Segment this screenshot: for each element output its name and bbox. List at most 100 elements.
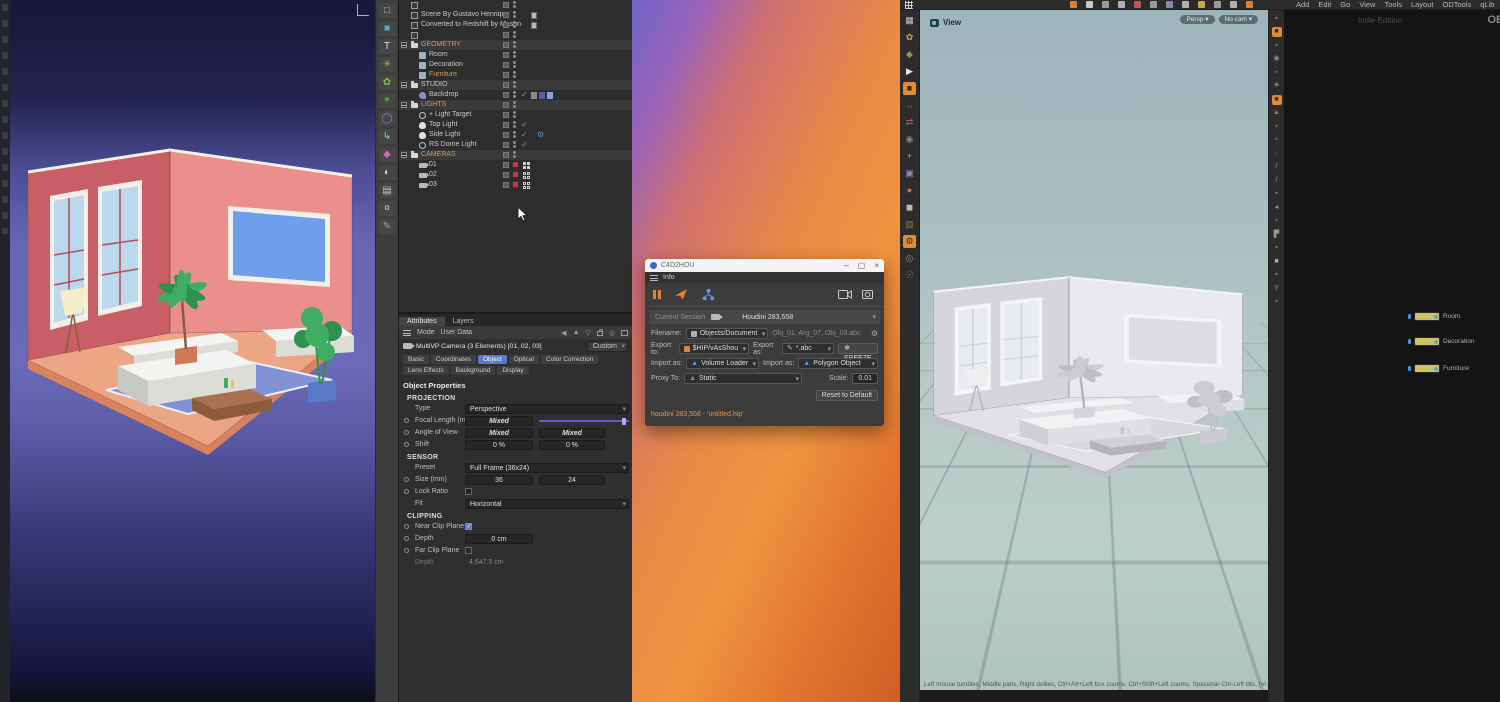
attribute-tab-chip[interactable]: Coordinates [431, 355, 476, 364]
preset-dropdown[interactable]: Custom [587, 341, 628, 352]
layer-swatch[interactable] [503, 32, 509, 38]
display-option-icon[interactable]: ■ [1272, 95, 1282, 105]
display-option-icon[interactable]: ▲ [1272, 108, 1282, 118]
c4d-object-manager[interactable]: ✓ ⚙ Scene By Gustavo Henrique ✓ ⚙ [398, 0, 632, 312]
dialog-titlebar[interactable]: C4D2HOU – ▢ × [645, 259, 884, 272]
node-body[interactable] [1414, 364, 1440, 373]
display-option-icon[interactable]: · [1272, 149, 1282, 159]
visibility-dots[interactable] [513, 51, 516, 59]
layer-swatch[interactable] [503, 42, 509, 48]
tree-row[interactable]: GEOMETRY ✓ ⚙ [399, 40, 632, 50]
keyframe-dot[interactable] [404, 430, 409, 435]
shelf-tool-icon[interactable]: ● [903, 184, 916, 197]
attribute-tab-chip[interactable]: Display [497, 366, 528, 375]
visibility-dots[interactable] [513, 121, 516, 129]
attribute-tab-chip[interactable]: Lens Effects [403, 366, 449, 375]
shelf-tool-icon[interactable]: ▶ [903, 65, 916, 78]
toolbar-icon[interactable] [1198, 1, 1205, 8]
fit-select[interactable]: Horizontal [465, 499, 629, 509]
tree-row[interactable]: ✓ ⚙ [399, 0, 632, 10]
import-as2-dropdown[interactable]: ▲ Polygon Object [798, 358, 878, 369]
visibility-dots[interactable] [513, 61, 516, 69]
tree-row[interactable]: 02 ✓ ⚙ [399, 170, 632, 180]
toolbar-icon[interactable] [1246, 1, 1253, 8]
node-input-flag[interactable] [1408, 366, 1411, 371]
near-clip-checkbox[interactable] [465, 523, 472, 530]
layer-swatch[interactable] [503, 152, 509, 158]
shelf-tool-icon[interactable]: ■ [903, 82, 916, 95]
tool-icon[interactable]: T [379, 39, 396, 54]
render-toggle-icon[interactable] [513, 182, 518, 187]
camera-selector[interactable]: No cam [1219, 15, 1258, 24]
tool-icon[interactable]: ◐ [379, 165, 396, 180]
houdini-viewport[interactable]: View Persp No cam Left mouse tumbles, Mi… [920, 10, 1268, 690]
visibility-dots[interactable] [513, 21, 516, 29]
layer-swatch[interactable] [503, 2, 509, 8]
back-arrow-icon[interactable]: ◀ [561, 329, 566, 337]
depth-field[interactable]: 0 cm [465, 534, 533, 544]
shelf-tool-icon[interactable]: ⇄ [903, 116, 916, 129]
display-option-icon[interactable]: ▛ [1272, 230, 1282, 240]
display-option-icon[interactable]: / [1272, 162, 1282, 172]
toolbar-icon[interactable] [1070, 1, 1077, 8]
attribute-tab-chip[interactable]: Object [478, 355, 507, 364]
tree-row[interactable]: Top Light ✓ ⚙ [399, 120, 632, 130]
user-data-label[interactable]: User Data [441, 329, 473, 336]
layer-swatch[interactable] [503, 182, 509, 188]
toolbar-icon[interactable] [1134, 1, 1141, 8]
tool-icon[interactable]: ¤ [379, 201, 396, 216]
display-option-icon[interactable]: Y [1272, 284, 1282, 294]
view-pane-tab[interactable]: View [930, 18, 961, 27]
keyframe-dot[interactable] [404, 524, 409, 529]
display-option-icon[interactable]: ▪ [1272, 270, 1282, 280]
tool-icon[interactable]: ✎ [379, 219, 396, 234]
size-field-2[interactable]: 24 [539, 475, 605, 485]
layer-swatch[interactable] [503, 92, 509, 98]
far-clip-checkbox[interactable] [465, 547, 472, 554]
preset-select[interactable]: Full Frame (36x24) [465, 463, 629, 473]
visibility-dots[interactable] [513, 81, 516, 89]
tool-icon[interactable]: □ [379, 3, 396, 18]
tree-row[interactable]: Furniture ✓ ⚙ [399, 70, 632, 80]
layer-swatch[interactable] [503, 52, 509, 58]
layer-swatch[interactable] [503, 122, 509, 128]
mode-label[interactable]: Mode [417, 329, 435, 336]
layer-swatch[interactable] [503, 12, 509, 18]
composition-grid-icon[interactable] [523, 162, 530, 169]
c4d-viewport[interactable] [10, 0, 375, 702]
visibility-dots[interactable] [513, 101, 516, 109]
shift-field-2[interactable]: 0 % [539, 440, 605, 450]
visibility-dots[interactable] [513, 41, 516, 49]
shelf-tool-icon[interactable]: ◉ [903, 133, 916, 146]
shelf-tool-icon[interactable]: ↔ [903, 99, 916, 112]
tool-icon[interactable]: ↳ [379, 129, 396, 144]
info-menu[interactable]: Info [663, 274, 675, 281]
layer-swatch[interactable] [503, 132, 509, 138]
tree-row[interactable]: Decoration ✓ ⚙ [399, 60, 632, 70]
tab-attributes[interactable]: Attributes [399, 317, 445, 326]
composition-grid-icon[interactable] [523, 172, 530, 179]
menu-icon[interactable] [650, 275, 658, 281]
keyframe-dot[interactable] [404, 536, 409, 541]
layer-swatch[interactable] [503, 22, 509, 28]
filename-dropdown[interactable]: Objects/Document [686, 328, 769, 339]
send-to-houdini-icon[interactable] [675, 288, 688, 301]
minimize-button[interactable]: – [844, 261, 848, 270]
filter-icon[interactable]: ▽ [586, 329, 591, 337]
focal-field[interactable]: Mixed [465, 416, 533, 426]
export-to-dropdown[interactable]: $HIP/vAsShou [679, 343, 750, 354]
shelf-tool-icon[interactable]: ◼ [903, 201, 916, 214]
enabled-check-icon[interactable]: ✓ [521, 120, 528, 130]
visibility-dots[interactable] [513, 71, 516, 79]
node-tree-icon[interactable] [702, 288, 715, 301]
tree-row[interactable]: 03 ✓ ⚙ [399, 180, 632, 190]
tree-row[interactable]: Scene By Gustavo Henrique ✓ ⚙ [399, 10, 632, 20]
layer-swatch[interactable] [503, 82, 509, 88]
c4d-camera-icon[interactable] [838, 289, 852, 300]
menu-item[interactable]: Edit [1318, 0, 1331, 10]
shift-field-1[interactable]: 0 % [465, 440, 533, 450]
tree-row[interactable]: Converted to Redshift by Mason ✓ ⚙ [399, 20, 632, 30]
layer-swatch[interactable] [503, 102, 509, 108]
tool-icon[interactable]: ■ [379, 21, 396, 36]
display-option-icon[interactable]: ▪ [1272, 189, 1282, 199]
